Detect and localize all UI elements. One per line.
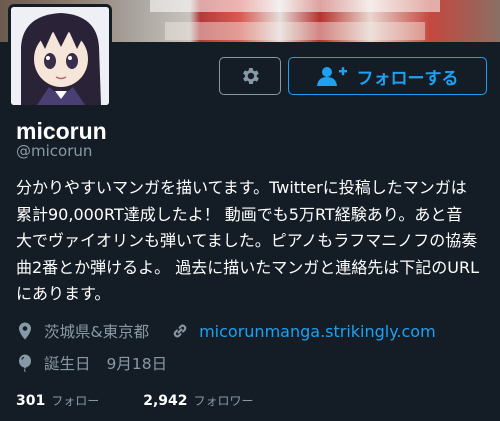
follow-button-label: フォローする bbox=[356, 68, 459, 89]
birthday-label: 誕生日 bbox=[44, 355, 91, 373]
balloon-icon bbox=[19, 354, 31, 372]
gear-icon bbox=[243, 68, 259, 84]
location-pin-icon bbox=[19, 322, 31, 340]
birthday-row: 誕生日 9月18日 bbox=[16, 352, 167, 374]
profile-stats: 301 フォロー 2,942 フォロワー bbox=[16, 392, 254, 409]
settings-button[interactable] bbox=[219, 57, 281, 95]
bio-line: 曲2番とか弾けるよ。 過去に描いたマンガと連絡先は下記のURL bbox=[16, 257, 480, 277]
banner-detail bbox=[165, 22, 425, 40]
avatar-image bbox=[11, 7, 109, 105]
location-text: 茨城県&東京都 bbox=[44, 323, 150, 341]
link-icon bbox=[173, 324, 187, 338]
following-count: 301 bbox=[16, 393, 46, 409]
bio-line: 分かりやすいマンガを描いてます。Twitterに投稿したマンガは bbox=[16, 178, 467, 197]
bio-line: 累計90,000RT達成したよ！ 動画でも5万RT経験あり。あと音 bbox=[16, 204, 463, 224]
profile-bio: 分かりやすいマンガを描いてます。Twitterに投稿したマンガは 累計90,00… bbox=[16, 175, 492, 308]
followers-stat[interactable]: 2,942 フォロワー bbox=[143, 392, 253, 409]
bio-line: にあります。 bbox=[16, 284, 111, 303]
followers-count: 2,942 bbox=[143, 393, 188, 409]
bio-line: 大でヴァイオリンも弾いてました。ピアノもラフマニノフの協奏 bbox=[16, 231, 478, 250]
avatar[interactable] bbox=[8, 4, 112, 108]
display-name: micorun bbox=[16, 118, 107, 144]
following-stat[interactable]: 301 フォロー bbox=[16, 392, 99, 409]
birthday-value: 9月18日 bbox=[106, 355, 168, 373]
website-link[interactable]: micorunmanga.strikingly.com bbox=[199, 322, 436, 341]
user-handle: @micorun bbox=[16, 142, 93, 160]
follow-button[interactable]: フォローする bbox=[288, 57, 487, 95]
followers-label: フォロワー bbox=[193, 394, 254, 408]
banner-detail bbox=[150, 0, 440, 12]
following-label: フォロー bbox=[51, 394, 100, 408]
add-user-icon bbox=[316, 67, 347, 86]
location-row: 茨城県&東京都 micorunmanga.strikingly.com bbox=[16, 320, 436, 342]
